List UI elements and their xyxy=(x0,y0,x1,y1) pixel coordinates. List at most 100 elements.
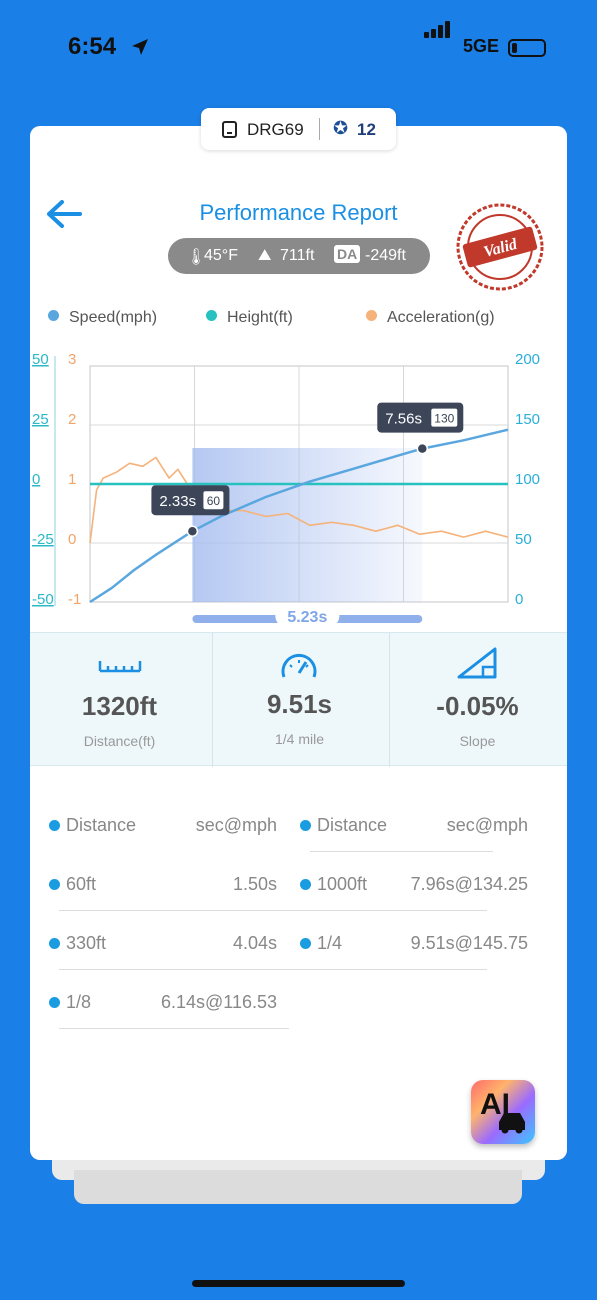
row-distance: 1/8 xyxy=(66,992,92,1012)
table-row: 1/8 6.14s@116.53 xyxy=(49,986,289,1029)
tick-label-speed: 150 xyxy=(515,411,540,428)
table-row: 330ft 4.04s xyxy=(49,927,487,970)
tick-label-acceleration: 1 xyxy=(68,471,76,488)
row-divider xyxy=(310,851,493,852)
stat-slope: -0.05% Slope xyxy=(388,633,567,767)
stat-value: -0.05% xyxy=(436,691,519,721)
row-distance: 1/4 xyxy=(317,933,343,953)
bullet xyxy=(49,820,60,831)
row-distance: 1000ft xyxy=(317,874,368,894)
legend-label: Height(ft) xyxy=(227,309,293,326)
tick-label-speed: 200 xyxy=(515,351,540,368)
performance-chart[interactable]: 5.23s 2.33s 60 7.56s 130 50 25 0 -25 -50 3 2 1 0 -1 2… xyxy=(30,342,567,632)
stat-label: Distance(ft) xyxy=(83,733,156,749)
ruler-icon xyxy=(98,661,142,673)
column-header: sec@mph xyxy=(446,815,528,835)
stat-label: Slope xyxy=(459,733,496,749)
legend-speed: Speed(mph) xyxy=(48,309,157,327)
marker-time: 2.33s xyxy=(159,493,196,510)
badge-count: 12 xyxy=(357,120,376,139)
row-value: 1.50s xyxy=(232,874,277,894)
legend-acceleration: Acceleration(g) xyxy=(366,309,495,327)
bullet xyxy=(300,938,311,949)
divider xyxy=(319,118,320,140)
stat-value: 1320ft xyxy=(81,691,158,721)
tick-label-acceleration: 0 xyxy=(68,531,76,548)
legend-height: Height(ft) xyxy=(206,309,293,327)
report-card: Performance Report 🌡︎ 45°F ⛰︎ 711ft DA -… xyxy=(30,126,567,1160)
table-header-left: Distance sec@mph xyxy=(49,809,277,849)
mountain-icon: ⛰︎ xyxy=(258,247,272,264)
tick-label-speed: 100 xyxy=(515,471,540,488)
speedometer-icon xyxy=(281,654,317,678)
row-value: 7.96s@134.25 xyxy=(410,874,528,894)
table-header-right: Distance sec@mph xyxy=(300,809,528,852)
tick-label-height: 50 xyxy=(32,351,49,368)
device-pill[interactable]: DRG69 ✪ 12 xyxy=(201,108,396,150)
stats-panel: 1320ft Distance(ft) 9.51s 1/4 mile -0.05… xyxy=(30,632,567,767)
tick-label-acceleration: 3 xyxy=(68,351,76,368)
column-header: sec@mph xyxy=(195,815,277,835)
da-badge: DA xyxy=(334,245,361,263)
row-distance: 60ft xyxy=(66,874,97,894)
tick-label-height: -50 xyxy=(32,591,54,608)
device-icon xyxy=(222,121,237,138)
tick-label-acceleration: -1 xyxy=(68,591,81,608)
bullet xyxy=(49,879,60,890)
bullet xyxy=(49,938,60,949)
tick-label-acceleration: 2 xyxy=(68,411,76,428)
table-row: 60ft 1.50s xyxy=(49,868,487,911)
row-value: 6.14s@116.53 xyxy=(160,992,277,1012)
row-divider xyxy=(59,969,487,970)
battery-icon xyxy=(508,39,546,57)
row-divider xyxy=(59,1028,289,1029)
tick-label-height: 25 xyxy=(32,411,49,428)
bullet xyxy=(49,997,60,1008)
row-divider xyxy=(59,910,487,911)
bullet xyxy=(300,879,311,890)
tick-label-speed: 50 xyxy=(515,531,532,548)
tick-label-speed: 0 xyxy=(515,591,523,608)
altitude-value: 711ft xyxy=(280,247,315,264)
marker-speed: 60 xyxy=(207,494,221,508)
slope-icon xyxy=(457,647,497,679)
table-row: 1000ft 7.96s@134.25 xyxy=(300,868,528,908)
stat-distance: 1320ft Distance(ft) xyxy=(30,633,209,767)
marker-speed: 130 xyxy=(434,412,454,426)
valid-stamp: Valid xyxy=(456,203,544,291)
column-header: Distance xyxy=(66,815,137,835)
stat-value: 9.51s xyxy=(266,689,333,719)
conditions-pill: 🌡︎ 45°F ⛰︎ 711ft DA -249ft xyxy=(168,238,430,274)
car-icon xyxy=(499,1113,525,1134)
density-altitude-value: -249ft xyxy=(365,247,406,264)
range-label: 5.23s xyxy=(287,609,327,626)
row-distance: 330ft xyxy=(66,933,107,953)
temperature-value: 45°F xyxy=(204,247,238,264)
table-row: 1/4 9.51s@145.75 xyxy=(300,927,528,967)
stat-label: 1/4 mile xyxy=(274,731,325,747)
stat-quarter-mile: 9.51s 1/4 mile xyxy=(210,633,389,767)
legend-dot xyxy=(48,310,59,321)
column-header: Distance xyxy=(317,815,388,835)
legend-label: Speed(mph) xyxy=(69,309,158,326)
legend-dot xyxy=(206,310,217,321)
ai-assistant-button[interactable]: AI xyxy=(471,1080,535,1144)
device-name: DRG69 xyxy=(247,120,304,139)
marker-point xyxy=(186,525,199,537)
clock: 6:54 xyxy=(68,33,117,60)
tick-label-height: 0 xyxy=(32,471,40,488)
row-value: 9.51s@145.75 xyxy=(410,933,528,953)
network-label: 5GE xyxy=(463,36,500,56)
home-indicator[interactable] xyxy=(192,1280,405,1287)
marker-time: 7.56s xyxy=(385,411,422,428)
badge-icon: ✪ xyxy=(333,118,349,138)
row-value: 4.04s xyxy=(232,933,277,953)
tick-label-height: -25 xyxy=(32,531,54,548)
range-highlight xyxy=(192,448,423,602)
card-stack-shadow-back xyxy=(74,1170,522,1204)
legend-label: Acceleration(g) xyxy=(387,309,495,326)
bullet xyxy=(300,820,311,831)
location-arrow-icon xyxy=(132,39,148,55)
legend-dot xyxy=(366,310,377,321)
status-bar: 6:54 5GE xyxy=(0,0,597,100)
